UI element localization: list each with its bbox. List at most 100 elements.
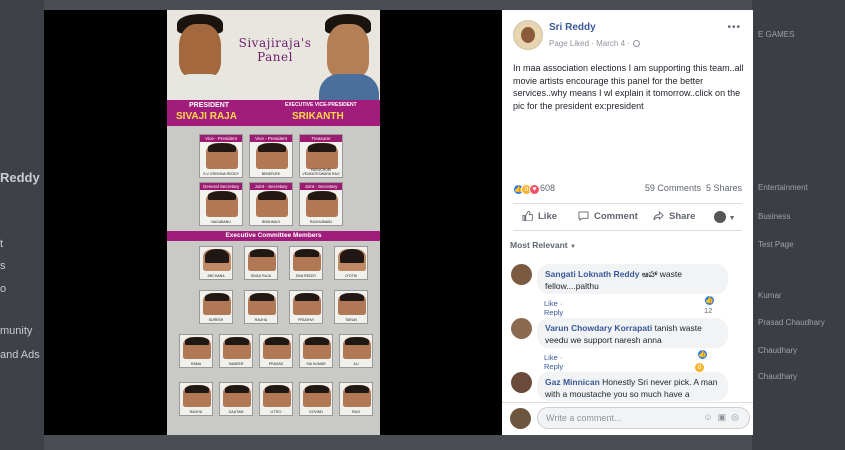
- bg-fragment: Reddy: [0, 170, 40, 185]
- bg-fragment: Chaudhary: [758, 372, 798, 381]
- office-bearer-photo: [256, 143, 288, 169]
- member-name: GAUTAM: [228, 410, 244, 414]
- reaction-selector[interactable]: ▼: [714, 211, 736, 223]
- office-bearer-name: PARUCHURI VENKATESWARA RAO: [302, 168, 340, 176]
- committee-member-card: ALI: [339, 334, 373, 368]
- office-bearer-name: RAGHUBABU: [309, 220, 333, 224]
- post-author[interactable]: Sri Reddy: [549, 22, 596, 33]
- comments-count[interactable]: 59 Comments: [645, 183, 701, 193]
- committee-member-card: RAMA: [179, 334, 213, 368]
- like-reaction-icon: 👍: [697, 349, 708, 360]
- member-name: SAI KUMAR: [306, 362, 326, 366]
- comment-sort[interactable]: Most Relevant ▼: [510, 240, 576, 250]
- member-name: SIVAJI RAJU: [250, 274, 272, 278]
- member-photo: [293, 249, 321, 271]
- vice-president-shirt: [319, 74, 379, 100]
- office-role: Treasurer: [300, 135, 342, 142]
- left-role: PRESIDENT: [189, 102, 230, 109]
- gif-icon[interactable]: ▣: [718, 412, 732, 422]
- more-icon[interactable]: •••: [727, 22, 741, 33]
- poster-image[interactable]: Sivajiraja's Panel PRESIDENT SIVAJI RAJA…: [167, 10, 380, 435]
- member-name: RAGHU: [254, 318, 268, 322]
- page-avatar[interactable]: [513, 20, 543, 50]
- office-bearer-photo: [206, 191, 238, 217]
- like-reaction-icon: 👍: [704, 295, 715, 306]
- president-shirt: [171, 74, 229, 100]
- love-reaction-icon: ♥: [529, 184, 540, 195]
- poster-title: Sivajiraja's Panel: [238, 36, 312, 64]
- bg-fragment: Kumar: [758, 291, 782, 300]
- member-photo: [343, 385, 371, 407]
- share-button[interactable]: Share: [653, 211, 695, 222]
- member-photo: [303, 337, 331, 359]
- office-bearer-name: BRAHMAJI: [262, 220, 280, 224]
- committee-member-card: PRASAD: [259, 334, 293, 368]
- committee-title: Executive Committee Members: [167, 231, 380, 241]
- member-name: UTTEJ: [270, 410, 282, 414]
- commenter-avatar[interactable]: [511, 318, 532, 339]
- right-role: EXECUTIVE VICE-PRESIDENT: [285, 102, 357, 108]
- comment-reply-link[interactable]: Reply: [544, 362, 563, 371]
- commenter-name[interactable]: Sangati Loknath Reddy: [545, 269, 639, 279]
- camera-icon[interactable]: ◎: [731, 412, 744, 422]
- president-photo: [179, 24, 221, 78]
- bg-fragment: o: [0, 283, 7, 295]
- member-photo: [248, 293, 276, 315]
- commenter-name[interactable]: Gaz Minnican: [545, 377, 600, 387]
- office-bearer-card: Joint - Secretary BRAHMAJI: [249, 182, 293, 226]
- office-bearer-photo: [306, 191, 338, 217]
- comment-like-link[interactable]: Like: [544, 299, 558, 308]
- emoji-icon[interactable]: ☺: [703, 412, 717, 422]
- caret-down-icon: ▼: [570, 244, 576, 250]
- office-bearer-name: NAGABABU: [211, 220, 231, 224]
- member-name: SIVA REDDY: [295, 274, 317, 278]
- shares-count[interactable]: 5 Shares: [706, 183, 742, 193]
- commenter-name[interactable]: Varun Chowdary Korrapati: [545, 323, 652, 333]
- office-role: Vice - President: [250, 135, 292, 142]
- commenter-avatar[interactable]: [511, 264, 532, 285]
- share-icon: [653, 211, 664, 221]
- member-name: SAMEER: [228, 362, 244, 366]
- user-avatar: [510, 408, 531, 429]
- comment-reaction-count: 12: [704, 306, 713, 315]
- post-panel: Sri Reddy Page Liked · March 4 · ••• In …: [502, 10, 753, 435]
- bg-fragment: Test Page: [758, 240, 794, 249]
- office-bearer-card: Vice - President S.V. KRISHNA REDDY: [199, 134, 243, 178]
- comment-like-link[interactable]: Like: [544, 353, 558, 362]
- left-name: SIVAJI RAJA: [176, 111, 237, 122]
- comment-bubble: Sangati Loknath Reddy ఆహా waste fellow..…: [537, 264, 728, 294]
- committee-member-card: SIVA REDDY: [289, 246, 323, 280]
- office-role: Vice - President: [200, 135, 242, 142]
- post-meta: Page Liked · March 4 ·: [549, 39, 640, 48]
- comment-label: Comment: [594, 211, 638, 222]
- bg-fragment: munity: [0, 325, 33, 337]
- member-photo: [223, 385, 251, 407]
- comment-tools: ☺▣◎: [703, 412, 744, 423]
- post-stats: 59 Comments 5 Shares: [645, 183, 742, 193]
- committee-member-card: JYOTHI: [334, 246, 368, 280]
- globe-icon: [632, 40, 640, 47]
- member-photo: [203, 249, 231, 271]
- comment-button[interactable]: Comment: [578, 211, 638, 222]
- write-comment-box: Write a comment... ☺▣◎: [510, 407, 750, 430]
- bg-fragment: Prasad Chaudhary: [758, 318, 825, 327]
- member-name: JYOTHI: [344, 274, 358, 278]
- committee-member-card: SIVAJI RAJU: [244, 246, 278, 280]
- profile-mini-icon: [714, 211, 726, 223]
- divider: [502, 402, 753, 403]
- committee-member-card: GOVIND: [299, 382, 333, 416]
- right-name: SRIKANTH: [292, 111, 344, 122]
- comment-reply-link[interactable]: Reply: [544, 308, 563, 317]
- vice-president-photo: [327, 24, 369, 78]
- bg-fragment: Entertainment: [758, 183, 808, 192]
- reaction-count[interactable]: 608: [540, 183, 555, 193]
- commenter-avatar[interactable]: [511, 372, 532, 393]
- member-photo: [303, 385, 331, 407]
- office-role: Joint - Secretary: [300, 183, 342, 190]
- committee-member-card: SAI KUMAR: [299, 334, 333, 368]
- member-photo: [293, 293, 321, 315]
- like-button[interactable]: Like: [522, 211, 557, 222]
- office-bearer-card: Vice - President BENERJEE: [249, 134, 293, 178]
- bg-fragment: Business: [758, 212, 791, 221]
- member-photo: [338, 293, 366, 315]
